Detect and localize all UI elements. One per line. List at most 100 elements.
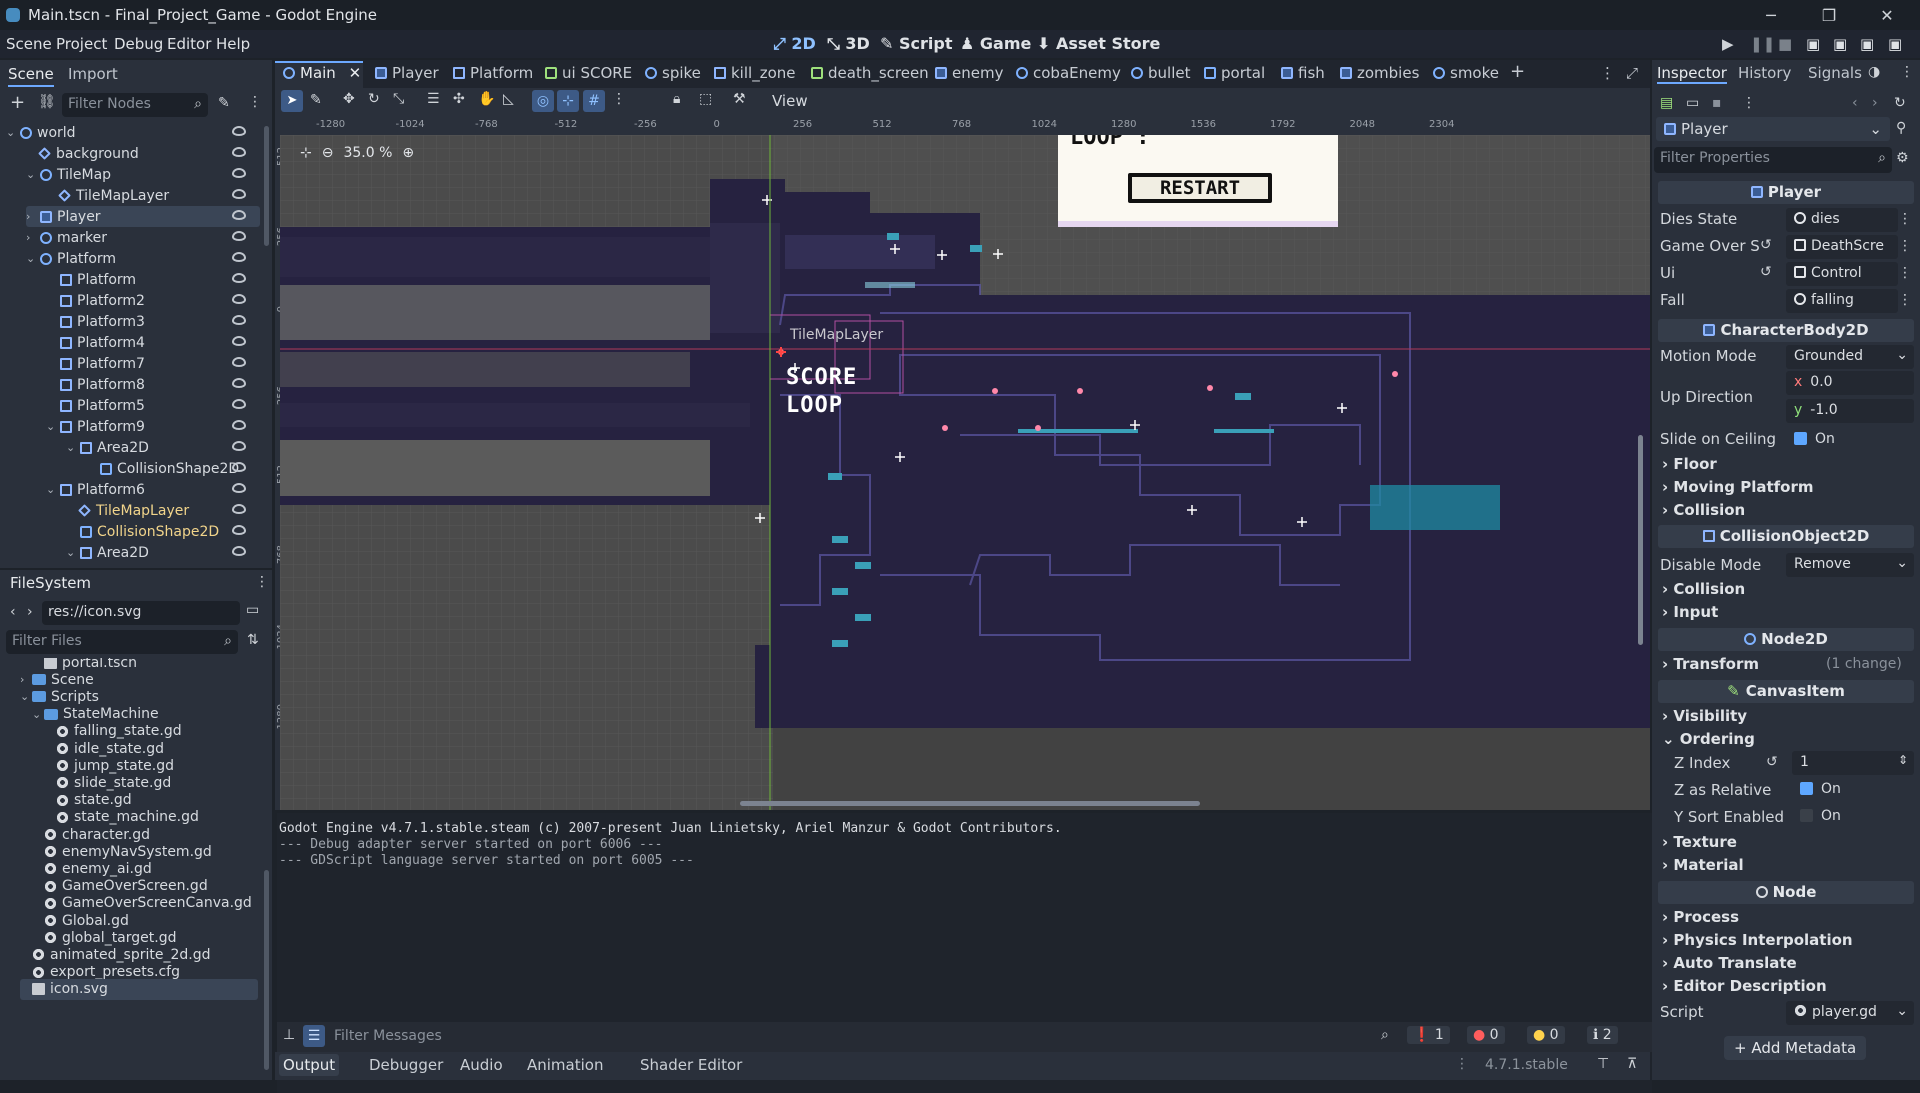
scene-tab-death-screen[interactable]: death_screen (811, 64, 929, 86)
filter-files-input[interactable]: Filter Files ⌕ (6, 630, 238, 654)
movie-maker-icon[interactable]: ▣ (1888, 35, 1902, 53)
section-auto-translate[interactable]: › Auto Translate (1662, 954, 1797, 972)
lock-icon[interactable]: 🔒︎ (673, 91, 680, 107)
visibility-eye-icon[interactable] (232, 336, 246, 346)
tree-node[interactable]: Platform4 (46, 332, 260, 353)
visibility-eye-icon[interactable] (232, 147, 246, 157)
tree-node[interactable]: Platform3 (46, 311, 260, 332)
workspace-game[interactable]: ♟ Game (960, 34, 1031, 53)
script-picker[interactable]: player.gd ⌄ (1786, 1001, 1914, 1025)
tab-output[interactable]: Output (279, 1054, 340, 1076)
restart-button[interactable]: RESTART (1135, 177, 1265, 199)
paint-tool-icon[interactable]: ✎ (310, 92, 322, 108)
tab-animation[interactable]: Animation (527, 1056, 603, 1074)
chevron-down-icon[interactable]: ⌄ (46, 420, 60, 433)
visibility-eye-icon[interactable] (232, 378, 246, 388)
tree-node[interactable]: CollisionShape2D (66, 521, 260, 542)
tab-signals[interactable]: Signals (1808, 64, 1862, 82)
more-icon[interactable]: ⋮ (1900, 64, 1914, 80)
history-back-icon[interactable]: ‹ (1852, 95, 1858, 111)
scene-tab-smoke[interactable]: smoke (1433, 64, 1499, 86)
error-count-badge[interactable]: ● 0 (1467, 1026, 1505, 1044)
link-icon[interactable]: ⛓ (38, 94, 56, 110)
bone-icon[interactable]: ⚒ (733, 91, 746, 107)
groups-icon[interactable]: ◑ (1868, 64, 1880, 80)
tab-shader-editor[interactable]: Shader Editor (640, 1056, 742, 1074)
revert-icon[interactable]: ↺ (1760, 264, 1772, 280)
chevron-down-icon[interactable]: ⌄ (32, 708, 44, 721)
chevron-right-icon[interactable]: › (20, 673, 32, 686)
section-collision-2[interactable]: › Collision (1662, 580, 1745, 598)
group-icon[interactable]: ⬚ (699, 91, 712, 107)
open-icon[interactable]: ▭ (1686, 95, 1699, 111)
chevron-right-icon[interactable]: › (26, 210, 40, 223)
chevron-down-icon[interactable]: ⌄ (66, 441, 80, 454)
remote-debug-icon[interactable]: ▣ (1806, 35, 1820, 53)
section-ordering[interactable]: ⌄ Ordering (1662, 730, 1755, 748)
more-icon[interactable]: ⋮ (248, 94, 262, 110)
menu-project[interactable]: Project (56, 35, 107, 53)
select-tool-icon[interactable]: ➤ (281, 90, 303, 112)
tab-scene[interactable]: Scene (8, 65, 54, 87)
tree-node[interactable]: Platform8 (46, 374, 260, 395)
tree-node[interactable]: ⌄ Platform6 (46, 479, 260, 500)
section-material[interactable]: › Material (1662, 856, 1744, 874)
tree-node[interactable]: TileMapLayer (66, 500, 260, 521)
chevron-down-icon[interactable]: ⌄ (46, 483, 60, 496)
tree-node[interactable]: ⌄ Area2D (66, 542, 260, 563)
up-direction-x[interactable]: x 0.0 (1786, 371, 1914, 395)
minimize-icon[interactable]: ─ (1742, 0, 1800, 30)
more-icon[interactable]: ⋮ (1898, 292, 1912, 308)
chevron-down-icon[interactable]: ⌄ (66, 546, 80, 559)
prop-value[interactable]: Control (1786, 262, 1898, 286)
section-transform[interactable]: › Transform (1662, 655, 1759, 673)
close-tab-icon[interactable]: ✕ (349, 64, 362, 82)
path-input[interactable]: res://icon.svg (42, 601, 240, 625)
split-view-icon[interactable]: ▭ (246, 602, 259, 618)
search-icon[interactable]: ⌕ (1381, 1027, 1389, 1043)
inspector-options-icon[interactable]: ⚙ (1896, 150, 1909, 166)
forward-icon[interactable]: › (27, 604, 33, 620)
tree-node[interactable]: Platform7 (46, 353, 260, 374)
more-icon[interactable]: ⋮ (1898, 211, 1912, 227)
disable-mode-select[interactable]: Remove ⌄ (1786, 553, 1914, 577)
tab-import[interactable]: Import (68, 65, 118, 83)
visibility-eye-icon[interactable] (232, 504, 246, 514)
pin-icon[interactable]: ⊼ (1627, 1056, 1637, 1072)
tabs-more-icon[interactable]: ⋮ (1600, 64, 1615, 86)
tree-node[interactable]: › marker (26, 227, 260, 248)
workspace-2d[interactable]: ⤢ 2D (773, 34, 816, 54)
visibility-eye-icon[interactable] (232, 273, 246, 283)
prop-value[interactable]: falling (1786, 289, 1898, 313)
tree-node[interactable]: ⌄ Area2D (66, 437, 260, 458)
scene-tab-ui-score[interactable]: ui SCORE (545, 64, 632, 86)
object-docs-icon[interactable]: ⚲ (1896, 120, 1906, 136)
visibility-eye-icon[interactable] (232, 294, 246, 304)
canvas-viewport[interactable]: TileMapLayer SCORE LOOP LOOP : RESTART ⊹… (280, 135, 1650, 810)
script-icon[interactable]: ✎ (218, 95, 230, 111)
section-process[interactable]: › Process (1662, 908, 1739, 926)
file-item[interactable]: icon.svg (20, 978, 258, 1000)
z-relative-checkbox[interactable]: On (1792, 778, 1849, 800)
tree-node[interactable]: Platform2 (46, 290, 260, 311)
warning-count-badge[interactable]: ● 0 (1527, 1026, 1565, 1044)
tree-node[interactable]: ⌄ Platform9 (46, 416, 260, 437)
snap-options-icon[interactable]: ⋮ (612, 91, 626, 107)
scrollbar[interactable] (264, 126, 269, 246)
scene-tab-zombies[interactable]: zombies (1340, 64, 1419, 86)
zoom-out-icon[interactable]: ⊖ (322, 145, 334, 161)
visibility-eye-icon[interactable] (232, 189, 246, 199)
h-scrollbar[interactable] (740, 801, 1200, 806)
clear-output-icon[interactable]: ⊥ (283, 1027, 295, 1043)
add-metadata-button[interactable]: + Add Metadata (1724, 1036, 1867, 1060)
section-collision[interactable]: › Collision (1662, 501, 1745, 519)
pivot-icon[interactable]: ✣ (453, 91, 465, 107)
back-icon[interactable]: ‹ (10, 604, 16, 620)
ysort-checkbox[interactable]: On (1792, 805, 1849, 827)
visibility-eye-icon[interactable] (232, 168, 246, 178)
filter-toggle-icon[interactable]: ☰ (303, 1025, 325, 1047)
more-icon[interactable]: ⋮ (1898, 238, 1912, 254)
visibility-eye-icon[interactable] (232, 420, 246, 430)
workspace-script[interactable]: ✎ Script (880, 34, 952, 53)
revert-icon[interactable]: ↺ (1766, 754, 1778, 770)
